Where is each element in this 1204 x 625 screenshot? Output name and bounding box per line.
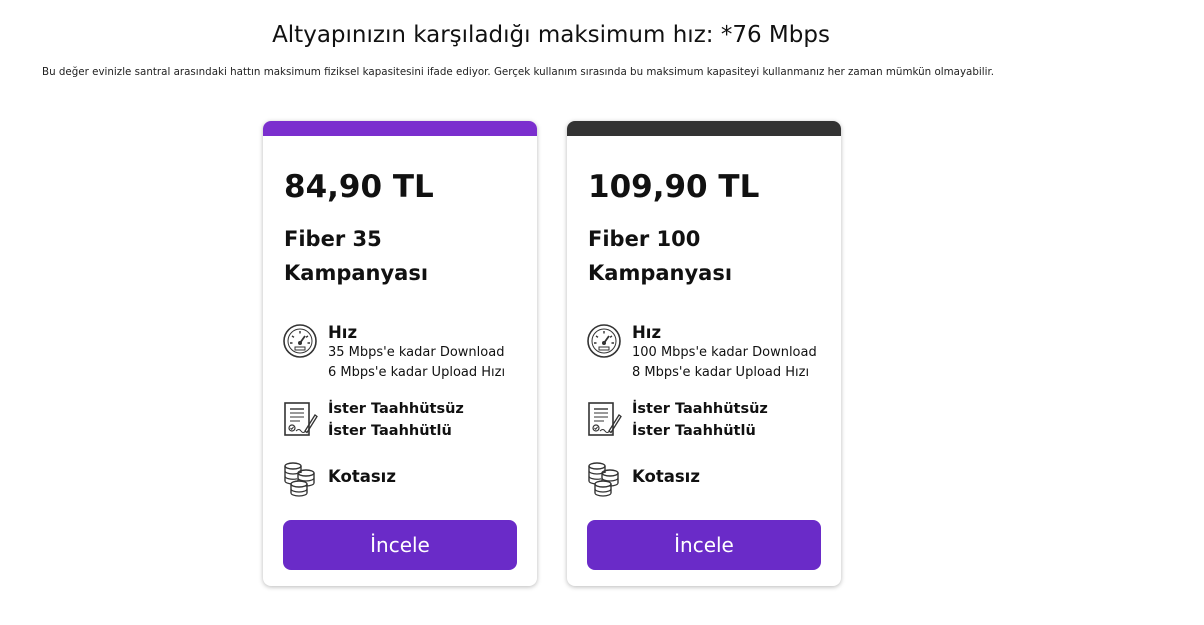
coin-stack-icon	[284, 462, 315, 497]
review-button[interactable]: İncele	[283, 520, 517, 570]
contract-icon	[588, 402, 622, 436]
contract-option-commitment: İster Taahhütlü	[632, 423, 756, 439]
contract-option-no-commitment: İster Taahhütsüz	[328, 401, 464, 417]
review-button[interactable]: İncele	[587, 520, 821, 570]
download-speed: 35 Mbps'e kadar Download	[328, 345, 505, 360]
plan-price: 84,90 TL	[284, 169, 434, 205]
quota-label: Kotasız	[328, 467, 396, 486]
plan-name: Fiber 35 Kampanyası	[284, 227, 429, 285]
speed-title: Hız	[632, 323, 662, 342]
quota-label: Kotasız	[632, 467, 700, 486]
card-accent-bar	[567, 121, 841, 136]
upload-speed: 8 Mbps'e kadar Upload Hızı	[632, 365, 810, 380]
speedometer-icon	[283, 324, 317, 358]
download-speed: 100 Mbps'e kadar Download	[632, 345, 817, 360]
plan-card-fiber-35: 84,90 TL Fiber 35 Kampanyası Hız 35 Mbps…	[263, 121, 537, 586]
capacity-note: Bu değer evinizle santral arasındaki hat…	[42, 66, 995, 78]
coin-stack-icon	[588, 462, 619, 497]
plan-name: Fiber 100 Kampanyası	[588, 227, 733, 285]
contract-option-no-commitment: İster Taahhütsüz	[632, 401, 768, 417]
upload-speed: 6 Mbps'e kadar Upload Hızı	[328, 365, 506, 380]
speed-title: Hız	[328, 323, 358, 342]
page-title: Altyapınızın karşıladığı maksimum hız: *…	[272, 22, 830, 48]
card-accent-bar	[263, 121, 537, 136]
speedometer-icon	[587, 324, 621, 358]
contract-option-commitment: İster Taahhütlü	[328, 423, 452, 439]
plan-price: 109,90 TL	[588, 169, 760, 205]
contract-icon	[284, 402, 318, 436]
plan-card-fiber-100: 109,90 TL Fiber 100 Kampanyası Hız 100 M…	[567, 121, 841, 586]
